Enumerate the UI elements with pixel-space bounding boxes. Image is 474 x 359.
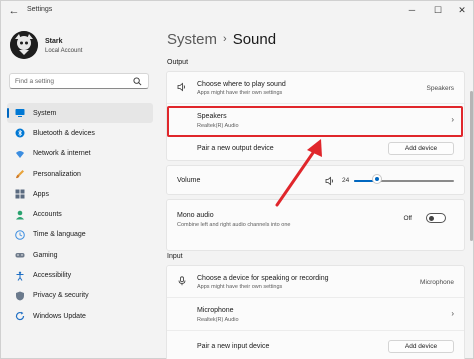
page-title: Sound bbox=[232, 31, 277, 48]
microphone-icon bbox=[178, 276, 186, 286]
microphone-subtitle: Realtek(R) Audio bbox=[197, 317, 239, 323]
gamepad-icon bbox=[15, 253, 25, 258]
toggle-knob bbox=[429, 216, 434, 221]
volume-value: 24 bbox=[342, 177, 350, 184]
scrollbar[interactable] bbox=[470, 91, 473, 241]
bluetooth-icon bbox=[15, 128, 25, 138]
maximize-button[interactable]: ☐ bbox=[429, 3, 447, 17]
choose-input-title: Choose a device for speaking or recordin… bbox=[197, 275, 329, 282]
chevron-right-icon: › bbox=[451, 309, 454, 318]
sidebar-item-label: Privacy & security bbox=[33, 292, 89, 300]
volume-slider[interactable] bbox=[354, 174, 454, 188]
search-input[interactable] bbox=[15, 76, 125, 87]
user-account-type: Local Account bbox=[45, 48, 83, 54]
breadcrumb: System › Sound bbox=[167, 31, 276, 48]
sidebar-item-label: System bbox=[33, 109, 57, 117]
avatar-emblem-icon bbox=[10, 31, 38, 59]
breadcrumb-separator: › bbox=[223, 33, 227, 45]
app-title: Settings bbox=[27, 6, 53, 13]
pair-input-row: Pair a new input device Add device bbox=[167, 331, 464, 359]
sidebar-nav: System Bluetooth & devices Network & int… bbox=[7, 103, 153, 326]
speaker-icon bbox=[177, 82, 185, 92]
person-icon bbox=[16, 210, 24, 220]
section-label-input: Input bbox=[167, 253, 183, 260]
sidebar-item-label: Accessibility bbox=[33, 272, 72, 280]
sidebar-item-network[interactable]: Network & internet bbox=[7, 144, 153, 164]
volume-label: Volume bbox=[177, 177, 201, 184]
shield-icon bbox=[16, 291, 24, 301]
sidebar: Stark Local Account System Bluetooth & d… bbox=[1, 21, 159, 359]
minimize-button[interactable]: ─ bbox=[403, 3, 421, 17]
search-box[interactable] bbox=[9, 73, 149, 89]
monitor-icon bbox=[15, 109, 25, 118]
annotation-arrow-icon bbox=[275, 139, 322, 207]
sidebar-item-label: Accounts bbox=[33, 211, 62, 219]
close-button[interactable]: ✕ bbox=[453, 3, 471, 17]
sidebar-item-label: Apps bbox=[33, 190, 49, 198]
output-selected-value[interactable]: Speakers bbox=[427, 85, 454, 92]
sidebar-item-label: Time & language bbox=[33, 231, 86, 239]
mono-audio-toggle[interactable] bbox=[426, 213, 446, 223]
choose-input-subtitle: Apps might have their own settings bbox=[197, 284, 283, 290]
sidebar-item-privacy-security[interactable]: Privacy & security bbox=[7, 286, 153, 306]
pair-output-label: Pair a new output device bbox=[197, 145, 274, 152]
settings-window: ← Settings ─ ☐ ✕ Stark Local Account Fin… bbox=[0, 0, 474, 359]
sidebar-item-gaming[interactable]: Gaming bbox=[7, 245, 153, 265]
choose-output-title: Choose where to play sound bbox=[197, 81, 286, 88]
user-name: Stark bbox=[45, 38, 63, 45]
globe-clock-icon bbox=[15, 230, 25, 240]
sidebar-item-apps[interactable]: Apps bbox=[7, 184, 153, 204]
sidebar-item-system[interactable]: System bbox=[7, 103, 153, 124]
wifi-icon bbox=[16, 150, 24, 158]
sidebar-item-windows-update[interactable]: Windows Update bbox=[7, 306, 153, 326]
accessibility-icon bbox=[16, 271, 24, 281]
sidebar-item-accessibility[interactable]: Accessibility bbox=[7, 265, 153, 285]
mono-audio-title: Mono audio bbox=[177, 212, 214, 219]
microphone-row[interactable]: Microphone Realtek(R) Audio › bbox=[167, 298, 464, 329]
update-icon bbox=[15, 311, 25, 321]
volume-slider-thumb[interactable] bbox=[373, 175, 381, 183]
choose-output-subtitle: Apps might have their own settings bbox=[197, 90, 283, 96]
breadcrumb-parent[interactable]: System bbox=[167, 31, 217, 48]
main-content: System › Sound Output Choose where to play… bbox=[159, 21, 474, 359]
search-icon[interactable] bbox=[133, 77, 142, 86]
sidebar-item-label: Network & internet bbox=[33, 150, 91, 158]
mono-audio-state: Off bbox=[403, 215, 412, 222]
input-device-card: Choose a device for speaking or recordin… bbox=[166, 265, 465, 359]
sidebar-item-label: Gaming bbox=[33, 251, 58, 259]
brush-icon bbox=[16, 170, 24, 179]
add-input-device-button[interactable]: Add device bbox=[388, 340, 454, 353]
section-label-output: Output bbox=[167, 59, 189, 66]
sidebar-item-bluetooth[interactable]: Bluetooth & devices bbox=[7, 123, 153, 143]
sidebar-item-label: Bluetooth & devices bbox=[33, 129, 95, 137]
sidebar-item-label: Personalization bbox=[33, 170, 81, 178]
add-output-device-button[interactable]: Add device bbox=[388, 142, 454, 155]
pair-input-label: Pair a new input device bbox=[197, 343, 270, 350]
sidebar-item-personalization[interactable]: Personalization bbox=[7, 164, 153, 184]
microphone-title: Microphone bbox=[197, 307, 234, 314]
avatar[interactable] bbox=[10, 31, 38, 59]
back-button[interactable]: ← bbox=[7, 5, 21, 17]
sidebar-item-accounts[interactable]: Accounts bbox=[7, 204, 153, 224]
choose-output-row[interactable]: Choose where to play sound Apps might ha… bbox=[167, 72, 464, 103]
mono-audio-subtitle: Combine left and right audio channels in… bbox=[177, 222, 291, 228]
choose-input-row[interactable]: Choose a device for speaking or recordin… bbox=[167, 266, 464, 297]
apps-icon bbox=[15, 189, 25, 199]
input-selected-value[interactable]: Microphone bbox=[420, 279, 454, 286]
sidebar-item-label: Windows Update bbox=[33, 312, 86, 320]
title-bar: ← Settings ─ ☐ ✕ bbox=[1, 1, 474, 21]
sidebar-item-time-language[interactable]: Time & language bbox=[7, 225, 153, 245]
